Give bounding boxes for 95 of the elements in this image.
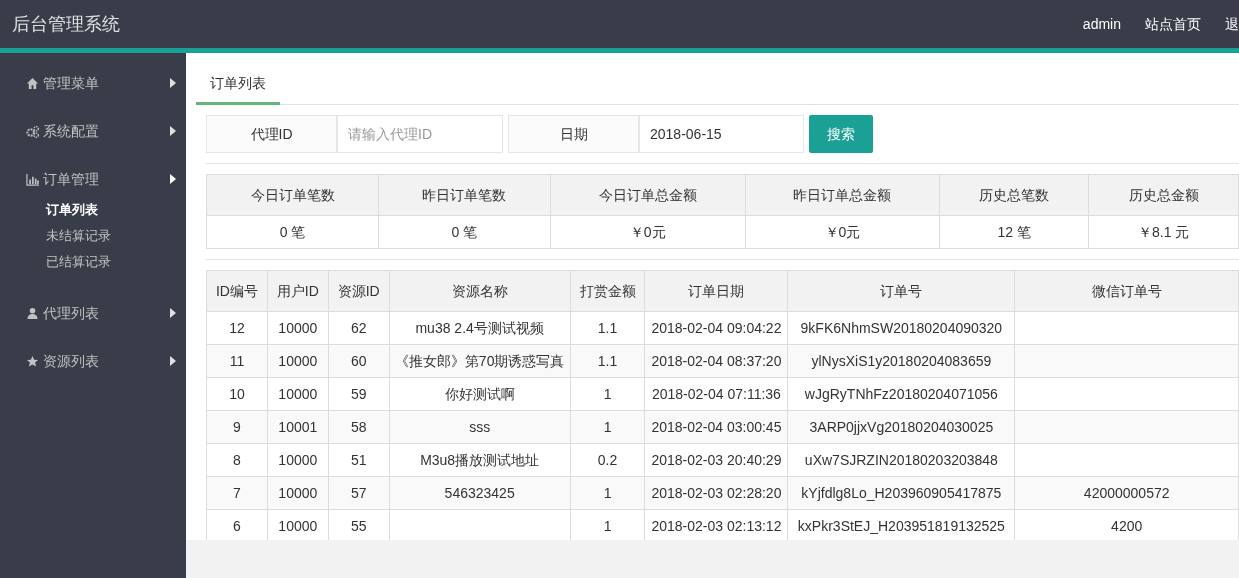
table-cell: 10000: [278, 352, 318, 369]
table-cell: 0 笔: [206, 215, 379, 249]
table-cell: 2018-02-03 02:28:20: [651, 484, 782, 501]
header-link[interactable]: 退: [1225, 13, 1239, 35]
table-cell: 2018-02-04 07:11:36: [651, 385, 781, 402]
table-cell: 0.2: [597, 451, 618, 468]
gears-icon: [26, 124, 39, 138]
sidebar-item[interactable]: 系统配置: [0, 107, 186, 155]
column-header: 历史总金额: [1088, 174, 1239, 216]
table-cell: 10000: [278, 319, 318, 336]
table-cell: 10000: [278, 451, 318, 468]
table-cell: 2018-02-04 08:37:20: [651, 352, 782, 369]
table-cell: 10001: [278, 418, 318, 435]
table-cell: ￥0元: [745, 215, 940, 249]
header-link[interactable]: admin: [1082, 13, 1121, 35]
table-cell: 7: [233, 484, 241, 501]
home-icon: [26, 76, 39, 90]
column-header: 订单日期: [644, 270, 788, 312]
column-header: 昨日订单总金额: [745, 174, 940, 216]
column-header: 历史总笔数: [939, 174, 1089, 216]
caret-icon: [170, 78, 176, 88]
star-icon: [26, 354, 39, 368]
table-cell: kxPkr3StEJ_H203951819132525: [797, 517, 1005, 534]
table-cell: 12: [229, 319, 245, 336]
column-header: 订单号: [787, 270, 1015, 312]
table-cell: 10: [229, 385, 245, 402]
table-cell: 2018-02-04 09:04:22: [651, 319, 782, 336]
agent-id-field[interactable]: 请输入代理ID: [337, 115, 503, 153]
column-header: 资源ID: [328, 270, 390, 312]
sidebar-item[interactable]: 代理列表: [0, 289, 186, 337]
table-cell: ￥0元: [550, 215, 746, 249]
table-cell: wJgRyTNhFz20180204071056: [804, 385, 998, 402]
table-cell: 51: [350, 451, 367, 468]
table-cell: 0 笔: [378, 215, 551, 249]
table-cell: 2018-02-03 02:13:12: [651, 517, 782, 534]
table-cell: ylNysXiS1y20180204083659: [811, 352, 992, 369]
table-cell: 11: [229, 352, 245, 369]
table-cell: uXw7SJRZIN20180203203848: [804, 451, 998, 468]
table-cell: 58: [350, 418, 367, 435]
table-cell: 57: [350, 484, 367, 501]
caret-icon: [170, 308, 176, 318]
field-label: 日期: [508, 115, 639, 153]
caret-icon: [170, 174, 176, 184]
table-cell: 2018-02-03 20:40:29: [651, 451, 782, 468]
table-cell: 8: [233, 451, 241, 468]
app-title: 后台管理系统: [12, 12, 120, 36]
table-cell: 4200: [1111, 517, 1143, 534]
column-header: 昨日订单笔数: [378, 174, 551, 216]
user-icon: [26, 306, 39, 320]
bar-chart-icon: [26, 172, 39, 186]
table-cell: 1.1: [597, 319, 618, 336]
column-header: 微信订单号: [1014, 270, 1239, 312]
table-cell: 1: [603, 517, 612, 534]
table-cell: 9kFK6NhmSW20180204090320: [800, 319, 1003, 336]
submenu-item[interactable]: 已结算记录: [0, 249, 186, 275]
column-header: 资源名称: [389, 270, 571, 312]
table-cell: 10000: [278, 385, 318, 402]
caret-icon: [170, 356, 176, 366]
table-cell: M3u8播放测试地址: [420, 451, 540, 468]
header-link[interactable]: 站点首页: [1145, 13, 1201, 35]
table-cell: 10000: [278, 517, 318, 534]
column-header: ID编号: [206, 270, 268, 312]
table-cell: 55: [350, 517, 367, 534]
table-cell: 12 笔: [939, 215, 1089, 249]
table-cell: mu38 2.4号测试视频: [415, 319, 544, 336]
table-cell: 62: [350, 319, 367, 336]
table-cell: 60: [350, 352, 367, 369]
table-cell: 9: [233, 418, 241, 435]
sidebar-item[interactable]: 资源列表: [0, 337, 186, 385]
sidebar-item[interactable]: 管理菜单: [0, 59, 186, 107]
table-cell: sss: [469, 418, 491, 435]
table-cell: 3ARP0jjxVg20180204030025: [809, 418, 994, 435]
table-cell: 1.1: [597, 352, 618, 369]
table-cell: 10000: [278, 484, 318, 501]
tab[interactable]: 订单列表: [196, 65, 280, 105]
table-cell: ￥8.1 元: [1088, 215, 1239, 249]
table-cell: 1: [603, 385, 612, 402]
table-cell: 59: [350, 385, 367, 402]
caret-icon: [170, 126, 176, 136]
table-cell: 546323425: [444, 484, 515, 501]
table-cell: 2018-02-04 03:00:45: [651, 418, 782, 435]
column-header: 打赏金额: [570, 270, 645, 312]
field-label: 代理ID: [206, 115, 337, 153]
column-header: 今日订单笔数: [206, 174, 379, 216]
table-cell: 《推女郎》第70期诱惑写真: [394, 352, 565, 369]
table-cell: 1: [603, 484, 612, 501]
table-cell: 6: [233, 517, 241, 534]
date-field[interactable]: 2018-06-15: [639, 115, 804, 153]
column-header: 用户ID: [267, 270, 329, 312]
submenu-item[interactable]: 未结算记录: [0, 223, 186, 249]
table-cell: 1: [603, 418, 612, 435]
column-header: 今日订单总金额: [550, 174, 746, 216]
table-cell: 42000000572: [1083, 484, 1170, 501]
table-cell: 你好测试啊: [444, 385, 515, 402]
table-cell: kYjfdlg8Lo_H203960905417875: [801, 484, 1002, 501]
